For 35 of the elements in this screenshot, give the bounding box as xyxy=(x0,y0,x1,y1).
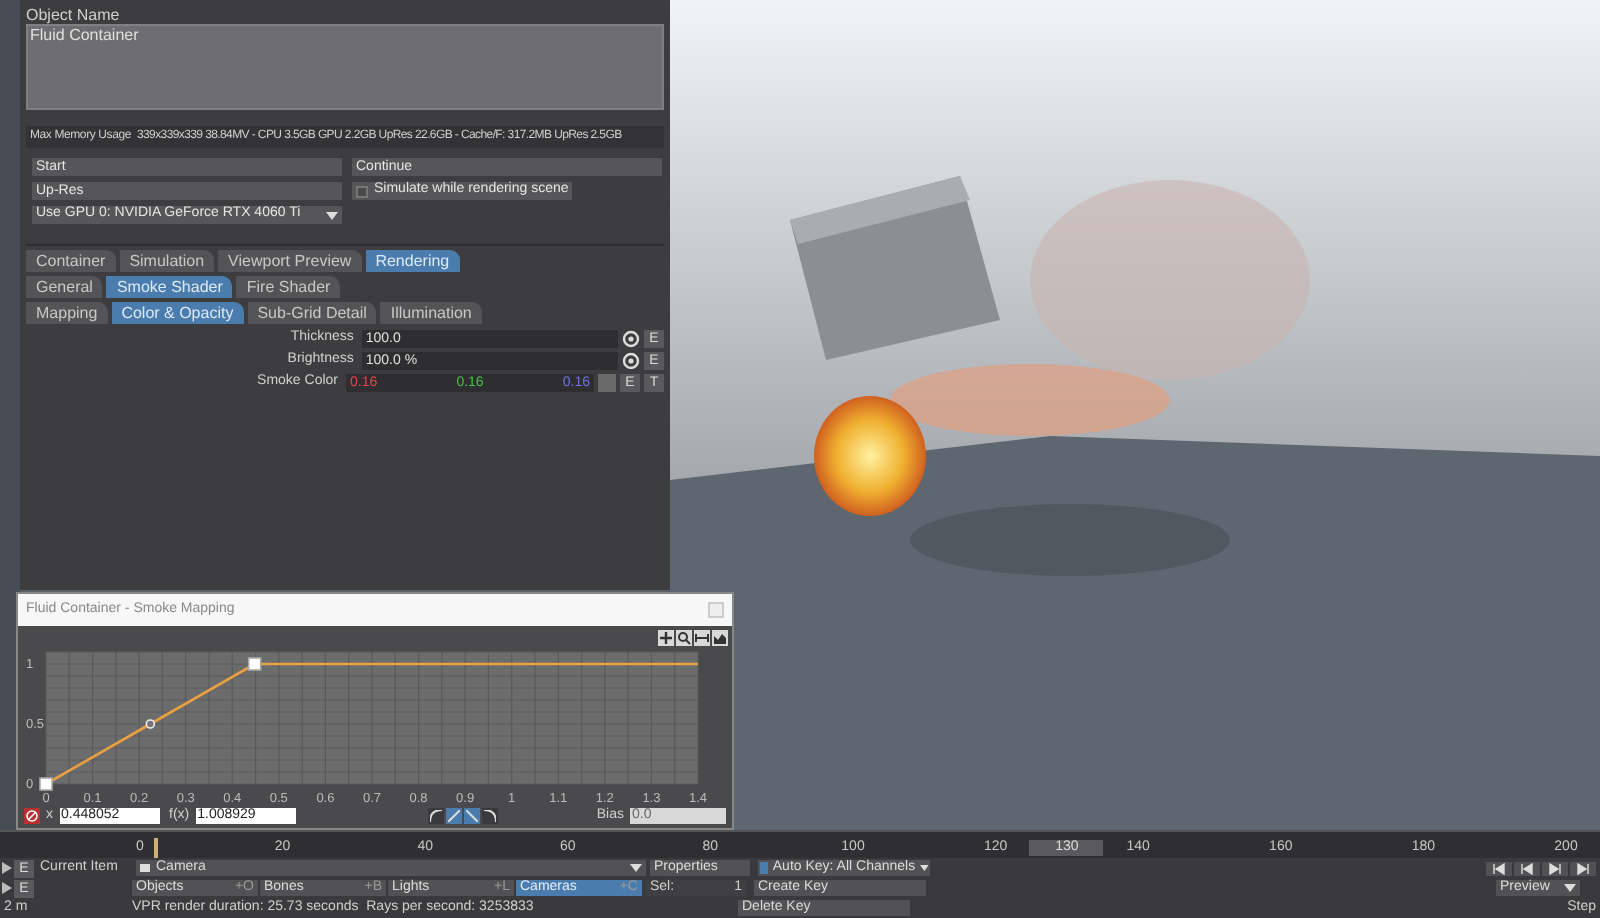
fireball-drawing xyxy=(814,396,926,516)
chevron-down-icon xyxy=(919,864,928,872)
playback-icon[interactable] xyxy=(1542,861,1568,875)
chevron-down-icon xyxy=(326,211,338,219)
disable-icon[interactable] xyxy=(24,808,40,824)
playback-icon[interactable] xyxy=(1514,861,1540,875)
playback-icon[interactable] xyxy=(1486,861,1512,875)
key-point[interactable] xyxy=(39,777,53,791)
color-swatch[interactable] xyxy=(598,374,616,392)
curve-mode-button[interactable] xyxy=(481,808,498,824)
current-frame-marker[interactable] xyxy=(152,838,160,858)
field-label: Object Name xyxy=(26,6,122,24)
curve-mode-button[interactable] xyxy=(445,808,462,824)
playback-icon[interactable] xyxy=(1570,861,1596,875)
key-point[interactable] xyxy=(247,657,262,671)
search-icon[interactable] xyxy=(676,630,692,646)
curve-mode-button[interactable] xyxy=(427,808,444,824)
chevron-down-icon xyxy=(1564,884,1576,892)
tab[interactable]: Container xyxy=(26,250,116,272)
curve-mode-button[interactable] xyxy=(463,808,480,824)
tab[interactable]: Smoke Shader xyxy=(106,276,233,298)
camera-icon xyxy=(140,864,150,872)
tab[interactable]: Rendering xyxy=(365,250,460,272)
chevron-down-icon xyxy=(630,864,642,872)
tab[interactable]: Fire Shader xyxy=(236,276,341,298)
move-icon[interactable] xyxy=(658,630,674,646)
tab[interactable]: Illumination xyxy=(380,302,482,324)
tab[interactable]: Sub-Grid Detail xyxy=(247,302,377,324)
fit-icon[interactable] xyxy=(694,630,710,646)
tab[interactable]: Viewport Preview xyxy=(218,250,362,272)
tab[interactable]: Simulation xyxy=(119,250,215,272)
object-name-field[interactable]: Fluid Container xyxy=(26,24,664,110)
tab[interactable]: General xyxy=(26,276,103,298)
tab[interactable]: Mapping xyxy=(26,302,108,324)
tab[interactable]: Color & Opacity xyxy=(111,302,244,324)
